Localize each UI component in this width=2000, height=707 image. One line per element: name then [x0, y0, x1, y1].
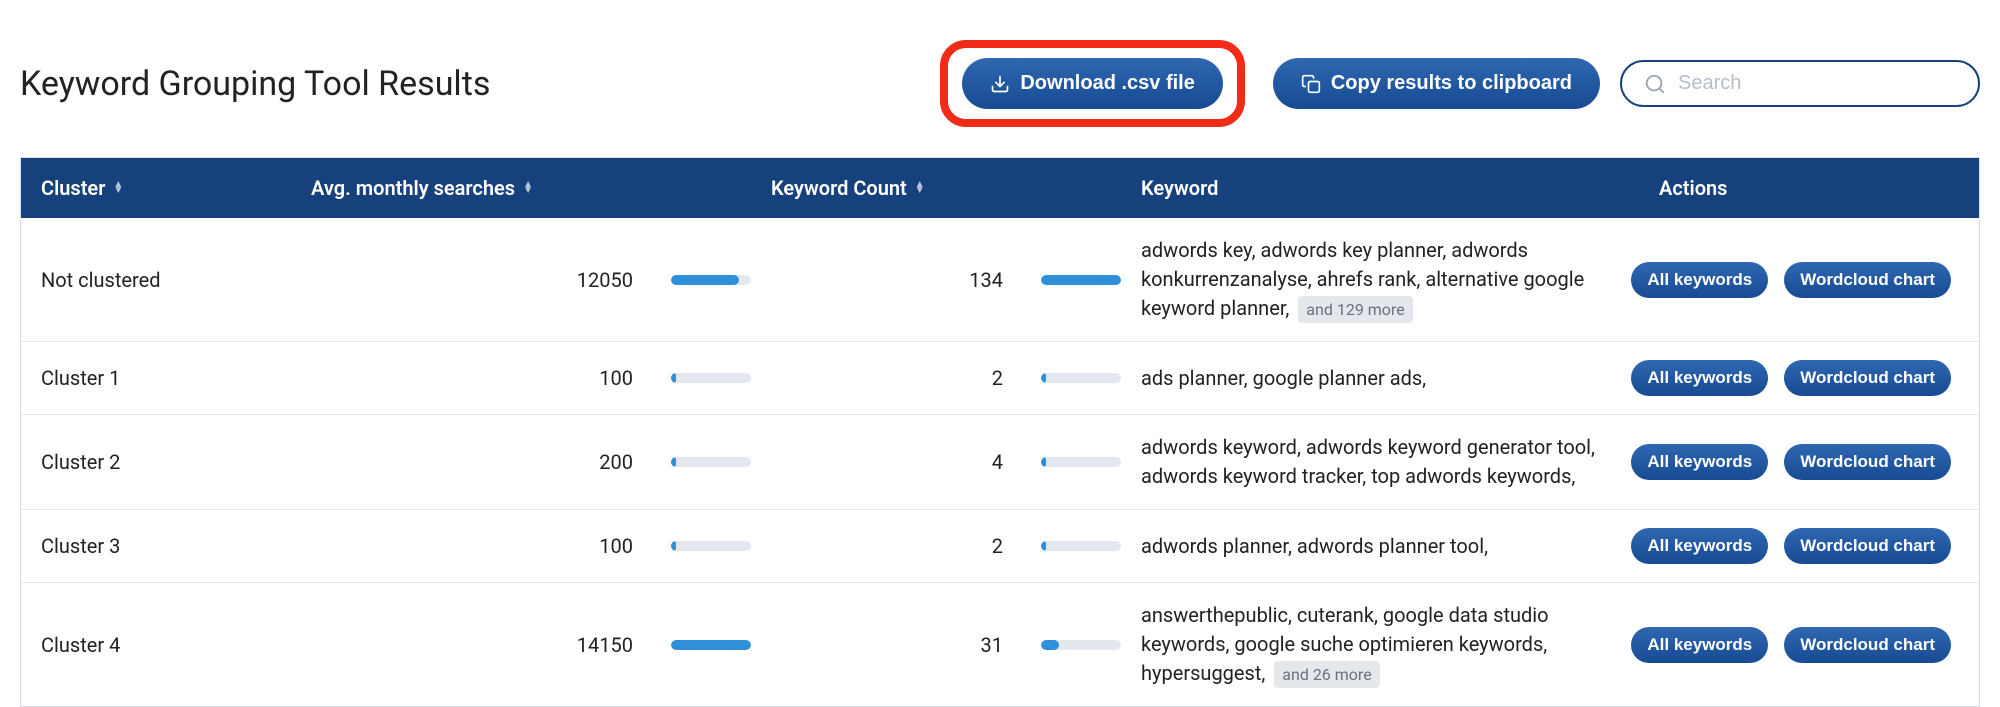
page-title: Keyword Grouping Tool Results	[20, 64, 920, 104]
cell-keyword: answerthepublic, cuterank, google data s…	[1121, 583, 1639, 706]
cell-cluster: Cluster 2	[21, 432, 291, 492]
cell-keyword: adwords keyword, adwords keyword generat…	[1121, 415, 1639, 509]
toolbar: Keyword Grouping Tool Results Download .…	[0, 0, 2000, 157]
wordcloud-chart-button[interactable]: Wordcloud chart	[1784, 444, 1951, 480]
sort-icon: ▲▼	[523, 182, 533, 194]
table-row: Not clustered12050 134 adwords key, adword…	[21, 218, 1979, 341]
col-header-bar1	[641, 158, 751, 218]
all-keywords-button[interactable]: All keywords	[1631, 360, 1768, 396]
cell-cluster: Not clustered	[21, 250, 291, 310]
cell-searches-bar	[641, 523, 751, 569]
cell-cluster: Cluster 3	[21, 516, 291, 576]
search-icon	[1644, 73, 1666, 95]
cell-count-bar	[1011, 355, 1121, 401]
cell-searches: 200	[291, 432, 641, 492]
cell-searches-bar	[641, 622, 751, 668]
wordcloud-chart-button[interactable]: Wordcloud chart	[1784, 360, 1951, 396]
cell-count: 2	[751, 348, 1011, 408]
col-header-keyword: Keyword	[1121, 158, 1639, 218]
search-field[interactable]	[1620, 60, 1980, 107]
cell-count-bar	[1011, 439, 1121, 485]
cell-searches-bar	[641, 355, 751, 401]
table-row: Cluster 3100 2 adwords planner, adwords pl…	[21, 509, 1979, 582]
wordcloud-chart-button[interactable]: Wordcloud chart	[1784, 262, 1951, 298]
cell-count: 4	[751, 432, 1011, 492]
col-header-bar2	[1011, 158, 1121, 218]
table-header: Cluster ▲▼ Avg. monthly searches ▲▼ Keyw…	[21, 158, 1979, 218]
cell-searches-bar	[641, 257, 751, 303]
cell-actions: All keywordsWordcloud chart	[1639, 244, 1979, 316]
clipboard-icon	[1301, 74, 1321, 94]
cell-actions: All keywordsWordcloud chart	[1639, 609, 1979, 681]
all-keywords-button[interactable]: All keywords	[1631, 444, 1768, 480]
download-highlight: Download .csv file	[940, 40, 1244, 127]
table-row: Cluster 1100 2 ads planner, google planner…	[21, 341, 1979, 414]
cell-searches-bar	[641, 439, 751, 485]
all-keywords-button[interactable]: All keywords	[1631, 262, 1768, 298]
wordcloud-chart-button[interactable]: Wordcloud chart	[1784, 627, 1951, 663]
more-badge[interactable]: and 26 more	[1274, 661, 1379, 688]
cell-keyword: ads planner, google planner ads,	[1121, 346, 1639, 411]
cell-actions: All keywordsWordcloud chart	[1639, 426, 1979, 498]
copy-clipboard-button[interactable]: Copy results to clipboard	[1273, 58, 1600, 109]
cell-count-bar	[1011, 622, 1121, 668]
download-icon	[990, 74, 1010, 94]
col-header-cluster[interactable]: Cluster ▲▼	[21, 158, 291, 218]
cell-cluster: Cluster 4	[21, 615, 291, 675]
cell-actions: All keywordsWordcloud chart	[1639, 342, 1979, 414]
cell-count: 2	[751, 516, 1011, 576]
search-input[interactable]	[1678, 72, 1956, 95]
cell-count: 31	[751, 615, 1011, 675]
table-body: Not clustered12050 134 adwords key, adword…	[21, 218, 1979, 706]
download-csv-button[interactable]: Download .csv file	[962, 58, 1222, 109]
download-csv-label: Download .csv file	[1020, 72, 1194, 95]
cell-keyword: adwords key, adwords key planner, adword…	[1121, 218, 1639, 341]
cell-count: 134	[751, 250, 1011, 310]
all-keywords-button[interactable]: All keywords	[1631, 528, 1768, 564]
cell-keyword: adwords planner, adwords planner tool,	[1121, 514, 1639, 579]
cell-searches: 14150	[291, 615, 641, 675]
cell-searches: 100	[291, 348, 641, 408]
sort-icon: ▲▼	[915, 182, 925, 194]
sort-icon: ▲▼	[113, 182, 123, 194]
more-badge[interactable]: and 129 more	[1298, 296, 1412, 323]
cell-count-bar	[1011, 523, 1121, 569]
col-header-actions: Actions	[1639, 158, 1979, 218]
cell-actions: All keywordsWordcloud chart	[1639, 510, 1979, 582]
cell-cluster: Cluster 1	[21, 348, 291, 408]
cell-count-bar	[1011, 257, 1121, 303]
table-row: Cluster 414150 31 answerthepublic, cuteran…	[21, 582, 1979, 706]
copy-clipboard-label: Copy results to clipboard	[1331, 72, 1572, 95]
col-header-count[interactable]: Keyword Count ▲▼	[751, 158, 1011, 218]
cell-searches: 100	[291, 516, 641, 576]
table-row: Cluster 2200 4 adwords keyword, adwords ke…	[21, 414, 1979, 509]
wordcloud-chart-button[interactable]: Wordcloud chart	[1784, 528, 1951, 564]
all-keywords-button[interactable]: All keywords	[1631, 627, 1768, 663]
cell-searches: 12050	[291, 250, 641, 310]
col-header-searches[interactable]: Avg. monthly searches ▲▼	[291, 158, 641, 218]
results-table: Cluster ▲▼ Avg. monthly searches ▲▼ Keyw…	[20, 157, 1980, 707]
